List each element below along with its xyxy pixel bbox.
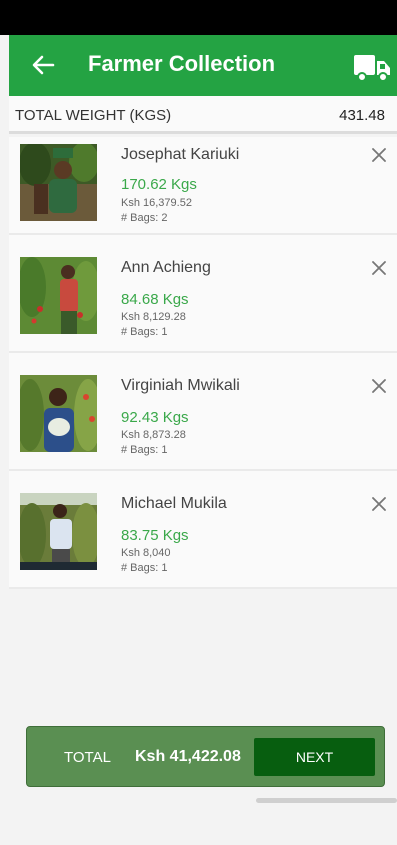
total-weight-value: 431.48 (339, 107, 385, 124)
truck-button[interactable] (352, 52, 392, 84)
total-weight-label: TOTAL WEIGHT (KGS) (15, 107, 172, 124)
farmer-name: Virginiah Mwikali (121, 377, 240, 394)
farmer-weight: 92.43 Kgs (121, 409, 189, 426)
arrow-left-icon (32, 55, 55, 75)
total-amount: Ksh 41,422.08 (135, 748, 241, 765)
farmer-amount: Ksh 16,379.52 (121, 197, 192, 209)
close-icon (372, 148, 386, 162)
farmer-item[interactable]: Josephat Kariuki 170.62 Kgs Ksh 16,379.5… (9, 137, 397, 235)
total-footer: TOTAL Ksh 41,422.08 NEXT (26, 726, 385, 787)
farmer-bags: # Bags: 1 (121, 562, 168, 574)
scroll-handle[interactable] (256, 798, 397, 803)
farmer-bags: # Bags: 2 (121, 212, 168, 224)
farmer-name: Josephat Kariuki (121, 146, 240, 163)
farmer-item[interactable]: Ann Achieng 84.68 Kgs Ksh 8,129.28 # Bag… (9, 235, 397, 353)
farmer-name: Ann Achieng (121, 259, 211, 276)
farmer-photo (20, 144, 97, 221)
farmer-weight: 84.68 Kgs (121, 291, 189, 308)
back-button[interactable] (27, 49, 59, 81)
remove-button[interactable] (370, 377, 388, 395)
page-title: Farmer Collection (88, 51, 276, 76)
next-button[interactable]: NEXT (254, 738, 375, 776)
farmer-weight: 170.62 Kgs (121, 176, 197, 193)
farmer-bags: # Bags: 1 (121, 444, 168, 456)
farmer-name: Michael Mukila (121, 495, 227, 512)
close-icon (372, 379, 386, 393)
status-bar (0, 0, 397, 35)
truck-icon (354, 55, 390, 82)
app-bar: Farmer Collection (9, 35, 397, 96)
remove-button[interactable] (370, 259, 388, 277)
farmer-list: Josephat Kariuki 170.62 Kgs Ksh 16,379.5… (9, 137, 397, 589)
farmer-bags: # Bags: 1 (121, 326, 168, 338)
farmer-amount: Ksh 8,040 (121, 547, 171, 559)
close-icon (372, 261, 386, 275)
farmer-item[interactable]: Michael Mukila 83.75 Kgs Ksh 8,040 # Bag… (9, 471, 397, 589)
remove-button[interactable] (370, 495, 388, 513)
farmer-weight: 83.75 Kgs (121, 527, 189, 544)
farmer-photo (20, 493, 97, 570)
farmer-item[interactable]: Virginiah Mwikali 92.43 Kgs Ksh 8,873.28… (9, 353, 397, 471)
total-label: TOTAL (64, 749, 111, 766)
total-weight-bar: TOTAL WEIGHT (KGS) 431.48 (9, 96, 397, 134)
remove-button[interactable] (370, 146, 388, 164)
close-icon (372, 497, 386, 511)
farmer-amount: Ksh 8,873.28 (121, 429, 186, 441)
farmer-amount: Ksh 8,129.28 (121, 311, 186, 323)
farmer-photo (20, 375, 97, 452)
farmer-photo (20, 257, 97, 334)
